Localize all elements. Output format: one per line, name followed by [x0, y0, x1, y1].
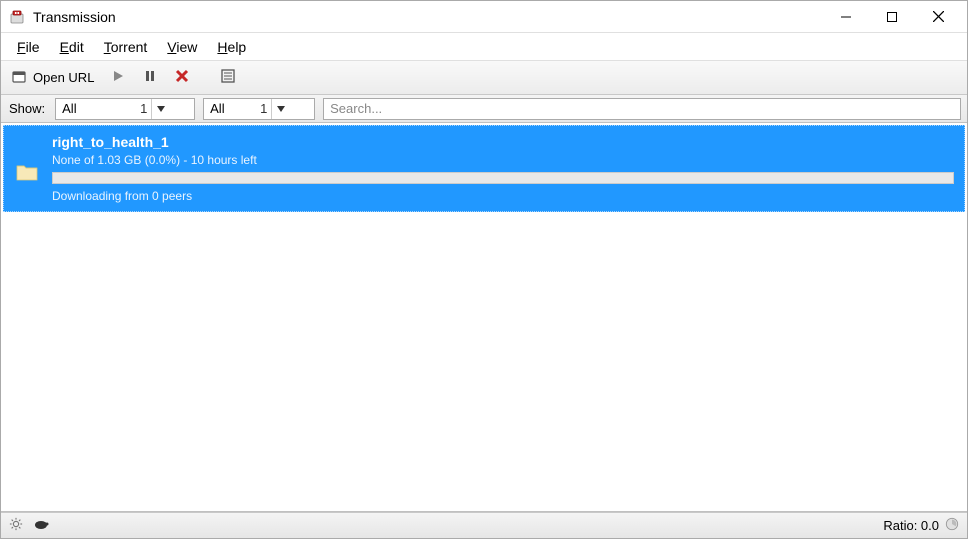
filter-tracker-text: All [204, 101, 256, 116]
torrent-details: right_to_health_1 None of 1.03 GB (0.0%)… [52, 134, 954, 203]
ratio-label: Ratio: 0.0 [883, 518, 939, 533]
torrent-progress-bar [52, 172, 954, 184]
properties-button[interactable] [216, 65, 240, 91]
app-icon [9, 9, 25, 25]
close-button[interactable] [915, 2, 961, 32]
filter-status-count: 1 [136, 101, 151, 116]
search-placeholder: Search... [330, 101, 382, 116]
pause-icon [143, 69, 157, 86]
start-button[interactable] [106, 65, 130, 91]
maximize-button[interactable] [869, 2, 915, 32]
settings-icon[interactable] [9, 517, 23, 534]
menu-bar: File Edit Torrent View Help [1, 33, 967, 61]
filter-tracker-combo[interactable]: All 1 [203, 98, 315, 120]
open-url-button[interactable]: Open URL [7, 65, 98, 91]
torrent-row[interactable]: right_to_health_1 None of 1.03 GB (0.0%)… [3, 125, 965, 212]
menu-file[interactable]: File [7, 36, 50, 58]
torrent-peers: Downloading from 0 peers [52, 189, 954, 203]
filter-status-combo[interactable]: All 1 [55, 98, 195, 120]
folder-icon [12, 134, 42, 203]
torrent-name: right_to_health_1 [52, 134, 954, 150]
minimize-button[interactable] [823, 2, 869, 32]
chevron-down-icon [271, 99, 289, 119]
menu-torrent[interactable]: Torrent [94, 36, 158, 58]
open-url-icon [11, 68, 27, 87]
menu-view[interactable]: View [157, 36, 207, 58]
torrent-status: None of 1.03 GB (0.0%) - 10 hours left [52, 153, 954, 167]
open-url-label: Open URL [33, 70, 94, 85]
search-input[interactable]: Search... [323, 98, 961, 120]
filter-label: Show: [7, 101, 47, 116]
filter-tracker-count: 1 [256, 101, 271, 116]
remove-icon [175, 69, 189, 86]
filter-bar: Show: All 1 All 1 Search... [1, 95, 967, 123]
remove-button[interactable] [170, 65, 194, 91]
turtle-mode-icon[interactable] [33, 518, 49, 533]
properties-icon [220, 68, 236, 87]
play-icon [111, 69, 125, 86]
status-bar: Ratio: 0.0 [1, 512, 967, 538]
toolbar: Open URL [1, 61, 967, 95]
menu-edit[interactable]: Edit [50, 36, 94, 58]
window-title: Transmission [33, 9, 823, 25]
torrent-list[interactable]: right_to_health_1 None of 1.03 GB (0.0%)… [1, 123, 967, 512]
pause-button[interactable] [138, 65, 162, 91]
stats-icon[interactable] [945, 517, 959, 534]
title-bar: Transmission [1, 1, 967, 33]
status-bar-right: Ratio: 0.0 [883, 517, 959, 534]
menu-help[interactable]: Help [207, 36, 256, 58]
chevron-down-icon [151, 99, 169, 119]
filter-status-text: All [56, 101, 136, 116]
status-bar-left [9, 517, 49, 534]
window-controls [823, 2, 961, 32]
